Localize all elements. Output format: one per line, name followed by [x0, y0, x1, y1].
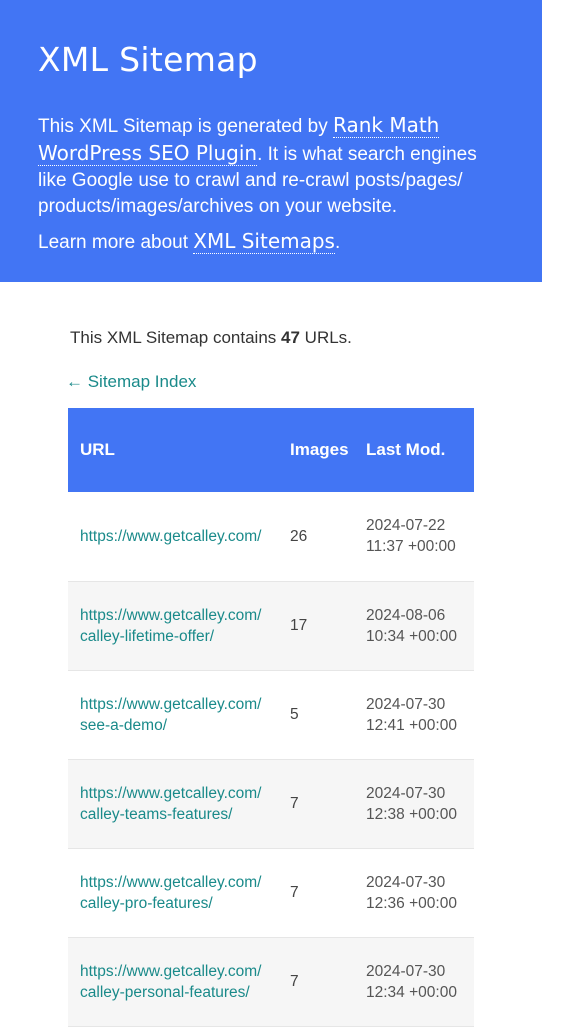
table-header: URL Images Last Mod.: [68, 408, 474, 492]
url-link[interactable]: https://www.getcalley.com/ see-a-demo/: [80, 696, 261, 734]
count-prefix: This XML Sitemap contains: [70, 328, 282, 347]
last-mod-cell: 2024-07-30 12:38 +00:00: [366, 784, 457, 823]
url-cell: https://www.getcalley.com/ calley-lifeti…: [68, 581, 285, 670]
images-cell: 5: [290, 706, 299, 723]
images-cell: 7: [290, 795, 299, 812]
last-mod-cell: 2024-07-30 12:36 +00:00: [366, 873, 457, 912]
url-link[interactable]: https://www.getcalley.com/ calley-person…: [80, 963, 261, 1001]
url-cell: https://www.getcalley.com/ calley-pro-fe…: [68, 848, 285, 937]
header-url[interactable]: URL: [68, 408, 285, 492]
description-prefix: This XML Sitemap is generated by: [38, 116, 333, 137]
images-cell: 7: [290, 973, 299, 990]
images-cell: 26: [290, 527, 308, 545]
last-mod-cell: 2024-07-30 12:41 +00:00: [366, 695, 457, 734]
table-header-row: URL Images Last Mod.: [68, 408, 474, 492]
learn-more-text: Learn more about XML Sitemaps.: [38, 228, 504, 256]
images-cell: 17: [290, 617, 308, 634]
url-cell: https://www.getcalley.com/ calley-teams-…: [68, 759, 285, 848]
header-images[interactable]: Images: [285, 408, 354, 492]
xml-sitemaps-link[interactable]: XML Sitemaps: [193, 229, 335, 254]
page-title: XML Sitemap: [38, 40, 258, 79]
sitemap-index-link[interactable]: ← Sitemap Index: [66, 370, 474, 394]
table-row: https://www.getcalley.com/ calley-person…: [68, 937, 474, 1026]
learn-more-prefix: Learn more about: [38, 232, 194, 253]
table-row: https://www.getcalley.com/ calley-pro-fe…: [68, 848, 474, 937]
url-count-text: This XML Sitemap contains 47 URLs.: [70, 326, 474, 350]
url-link[interactable]: https://www.getcalley.com/: [80, 528, 261, 545]
count-suffix: URLs.: [299, 328, 352, 347]
header-last-mod[interactable]: Last Mod.: [354, 408, 474, 492]
table-body: https://www.getcalley.com/ 26 2024-07-22…: [68, 492, 474, 1026]
url-cell: https://www.getcalley.com/: [68, 492, 285, 581]
sitemap-table: URL Images Last Mod. https://www.getcall…: [68, 408, 474, 1027]
url-link[interactable]: https://www.getcalley.com/ calley-pro-fe…: [80, 874, 261, 912]
learn-more-suffix: .: [334, 232, 341, 253]
table-row: https://www.getcalley.com/ see-a-demo/ 5…: [68, 670, 474, 759]
table-row: https://www.getcalley.com/ 26 2024-07-22…: [68, 492, 474, 581]
images-cell: 7: [290, 884, 299, 901]
last-mod-cell: 2024-07-22 11:37 +00:00: [366, 517, 456, 556]
url-cell: https://www.getcalley.com/ see-a-demo/: [68, 670, 285, 759]
last-mod-cell: 2024-07-30 12:34 +00:00: [366, 962, 457, 1001]
table-row: https://www.getcalley.com/ calley-teams-…: [68, 759, 474, 848]
url-count: 47: [281, 328, 300, 347]
table-row: https://www.getcalley.com/ calley-lifeti…: [68, 581, 474, 670]
sitemap-header: XML Sitemap This XML Sitemap is generate…: [0, 0, 542, 282]
last-mod-cell: 2024-08-06 10:34 +00:00: [366, 606, 457, 645]
url-cell: https://www.getcalley.com/ calley-person…: [68, 937, 285, 1026]
url-link[interactable]: https://www.getcalley.com/ calley-lifeti…: [80, 607, 261, 645]
url-link[interactable]: https://www.getcalley.com/ calley-teams-…: [80, 785, 261, 823]
sitemap-description: This XML Sitemap is generated by Rank Ma…: [38, 112, 508, 220]
sitemap-content: This XML Sitemap contains 47 URLs. ← Sit…: [66, 326, 474, 1027]
